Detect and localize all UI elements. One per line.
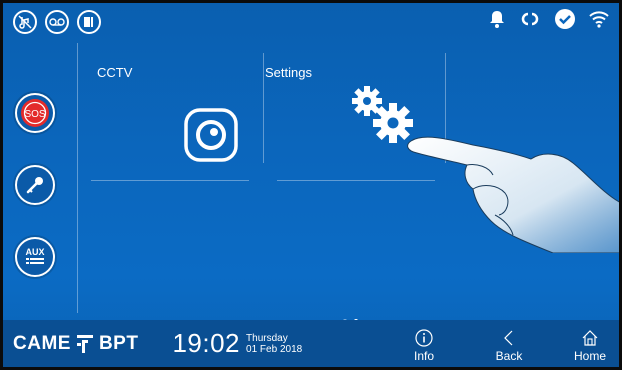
- wifi-icon: [589, 10, 609, 33]
- key-button[interactable]: [15, 165, 55, 205]
- bell-icon: [489, 10, 505, 33]
- intercom-screen: SOS AUX CCTV Settings CAME BPT 19:02 Thu…: [0, 0, 622, 370]
- clock-day: Thursday: [246, 332, 288, 344]
- clock-full-date: 01 Feb 2018: [246, 343, 303, 355]
- status-bar: [3, 3, 619, 40]
- sos-button[interactable]: SOS: [15, 93, 55, 133]
- check-icon: [555, 9, 575, 34]
- list-icon: [25, 257, 44, 264]
- brand-bpt: BPT: [98, 332, 139, 354]
- bottom-bar: CAME BPT 19:02 Thursday 01 Feb 2018 Info…: [3, 320, 619, 367]
- info-icon: [415, 329, 433, 347]
- back-label: Back: [495, 349, 523, 363]
- divider: [77, 43, 78, 313]
- home-icon: [582, 330, 598, 346]
- door-icon[interactable]: [77, 9, 101, 34]
- info-button[interactable]: Info: [396, 329, 452, 363]
- tile-cctv-label: CCTV: [97, 65, 133, 80]
- divider: [263, 53, 264, 163]
- link-icon: [519, 11, 541, 32]
- voicemail-icon[interactable]: [45, 9, 69, 34]
- brand-logo: CAME BPT: [13, 333, 138, 355]
- clock-time: 19:02: [172, 328, 241, 358]
- info-label: Info: [413, 349, 434, 363]
- brand-mark-icon: [76, 334, 93, 353]
- clock-date: Thursday 01 Feb 2018: [246, 333, 302, 355]
- aux-label: AUX: [25, 246, 45, 257]
- back-button[interactable]: Back: [481, 329, 537, 363]
- tile-cctv[interactable]: CCTV: [83, 53, 253, 173]
- back-chevron-icon: [504, 330, 513, 346]
- camera-icon: [184, 108, 238, 162]
- aux-button[interactable]: AUX: [15, 237, 55, 277]
- tile-settings-label: Settings: [265, 65, 312, 80]
- sidebar: SOS AUX: [15, 93, 63, 309]
- brand-came: CAME: [13, 332, 71, 354]
- mute-icon[interactable]: [13, 9, 37, 34]
- home-button[interactable]: Home: [562, 329, 618, 363]
- pointing-hand-illustration: [407, 136, 619, 253]
- divider: [91, 180, 249, 181]
- key-icon: [26, 177, 43, 194]
- home-label: Home: [573, 349, 606, 363]
- sos-label: SOS: [24, 109, 45, 120]
